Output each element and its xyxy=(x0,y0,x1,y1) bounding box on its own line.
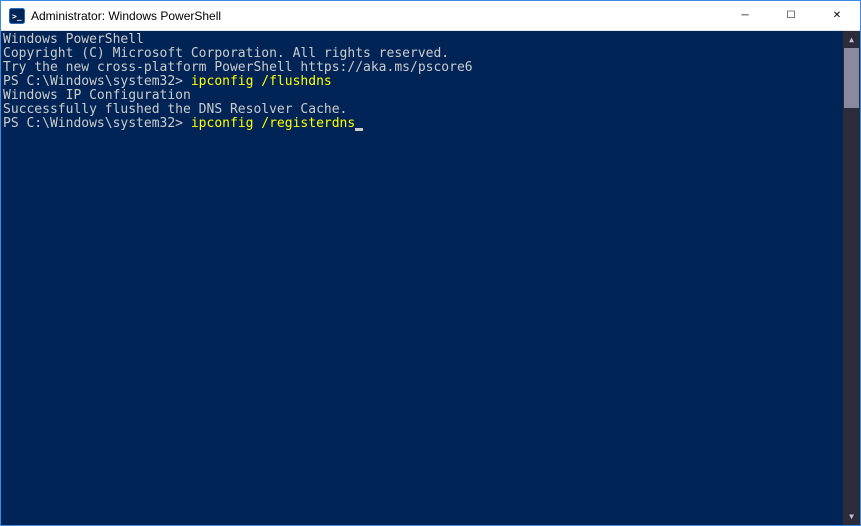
powershell-icon: >_ xyxy=(9,8,25,24)
prompt-line: PS C:\Windows\system32> ipconfig /flushd… xyxy=(3,75,860,89)
powershell-window: >_ Administrator: Windows PowerShell ─ ☐… xyxy=(0,0,861,526)
titlebar[interactable]: >_ Administrator: Windows PowerShell ─ ☐… xyxy=(1,1,860,31)
close-button[interactable]: ✕ xyxy=(814,1,860,30)
cursor xyxy=(355,128,363,131)
output-line: Windows PowerShell xyxy=(3,33,860,47)
command-text: ipconfig /flushdns xyxy=(191,74,332,89)
scroll-up-arrow-icon[interactable]: ▲ xyxy=(843,31,860,48)
scrollbar[interactable]: ▲ ▼ xyxy=(843,31,860,525)
prompt-line: PS C:\Windows\system32> ipconfig /regist… xyxy=(3,117,860,131)
maximize-button[interactable]: ☐ xyxy=(768,1,814,30)
output-line: Copyright (C) Microsoft Corporation. All… xyxy=(3,47,860,61)
output-line: Successfully flushed the DNS Resolver Ca… xyxy=(3,103,860,117)
output-line: Windows IP Configuration xyxy=(3,89,860,103)
window-title: Administrator: Windows PowerShell xyxy=(31,9,722,23)
prompt-prefix: PS C:\Windows\system32> xyxy=(3,74,191,89)
terminal[interactable]: Windows PowerShell Copyright (C) Microso… xyxy=(1,31,860,525)
output-line: Try the new cross-platform PowerShell ht… xyxy=(3,61,860,75)
minimize-button[interactable]: ─ xyxy=(722,1,768,30)
svg-text:>_: >_ xyxy=(12,12,22,21)
window-controls: ─ ☐ ✕ xyxy=(722,1,860,30)
command-text: ipconfig /registerdns xyxy=(191,116,355,131)
scroll-down-arrow-icon[interactable]: ▼ xyxy=(843,508,860,525)
prompt-prefix: PS C:\Windows\system32> xyxy=(3,116,191,131)
scroll-thumb[interactable] xyxy=(844,48,859,108)
